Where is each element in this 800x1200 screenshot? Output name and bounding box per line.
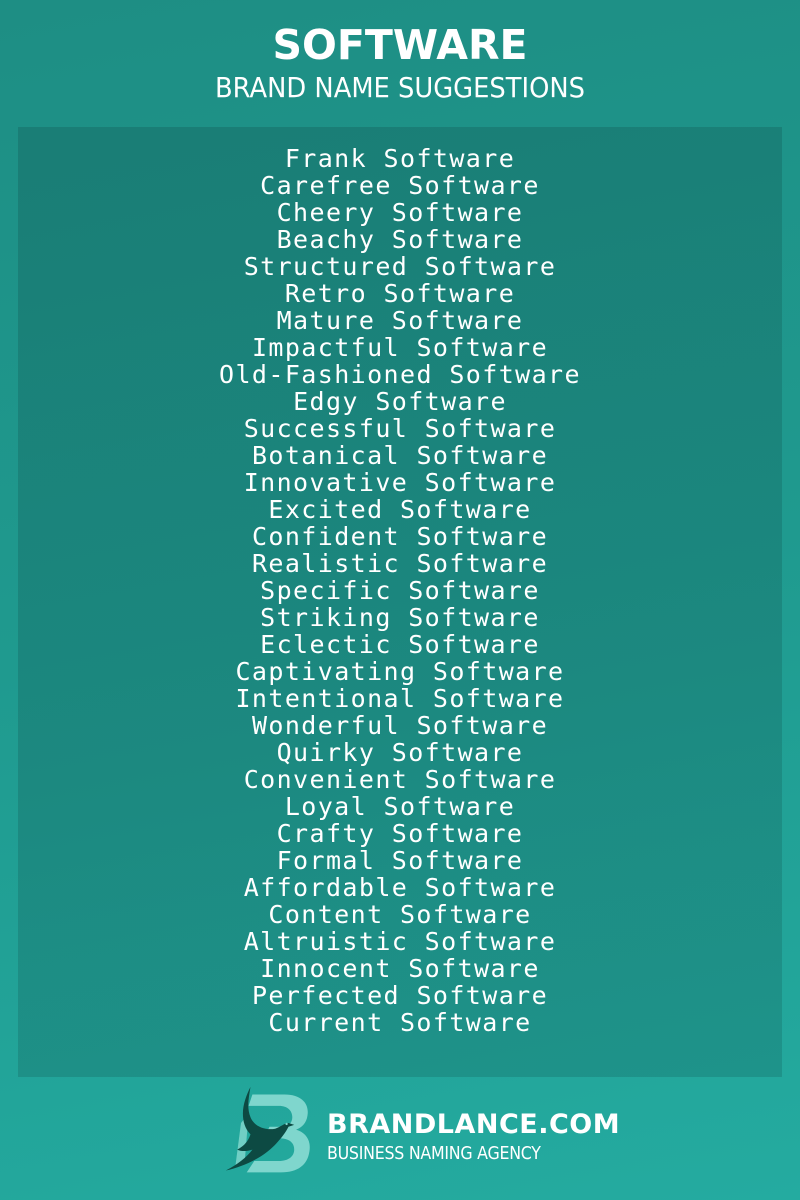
brand-name-item: Structured Software	[243, 252, 557, 281]
brand-name-item: Carefree Software	[260, 171, 540, 200]
brand-name-item: Frank Software	[284, 144, 516, 173]
brand-name-item: Mature Software	[276, 306, 524, 335]
brand-name-item: Confident Software	[251, 522, 549, 551]
brand-name-item: Striking Software	[260, 603, 540, 632]
brand-tagline: BUSINESS NAMING AGENCY	[327, 1143, 541, 1164]
brand-name-item: Innocent Software	[260, 954, 540, 983]
brandlance-logo-icon	[225, 1086, 310, 1173]
page-subtitle: BRAND NAME SUGGESTIONS	[214, 71, 586, 104]
brand-name-item: Convenient Software	[243, 765, 557, 794]
brand-name-item: Beachy Software	[276, 225, 524, 254]
brand-name-item: Impactful Software	[251, 333, 549, 362]
brand-name-item: Realistic Software	[251, 549, 549, 578]
brand-name-item: Innovative Software	[243, 468, 557, 497]
page-title: SOFTWARE	[272, 21, 528, 69]
brand-name-list: Frank Software Carefree Software Cheery So…	[0, 145, 800, 1036]
brand-name-item: Formal Software	[276, 846, 524, 875]
brand-name-item: Eclectic Software	[260, 630, 540, 659]
brand-name-item: Quirky Software	[276, 738, 524, 767]
brand-name-item: Altruistic Software	[243, 927, 557, 956]
brand-name-item: Specific Software	[260, 576, 540, 605]
brand-name-item: Old-Fashioned Software	[219, 360, 581, 389]
brand-name-item: Botanical Software	[251, 441, 549, 470]
brand-name-item: Edgy Software	[293, 387, 507, 416]
logo-bird-eye	[285, 1122, 288, 1126]
brand-name-item: Content Software	[268, 900, 532, 929]
brand-name-item: Perfected Software	[251, 981, 549, 1010]
brand-name-item: Crafty Software	[276, 819, 524, 848]
brand-name-item: Retro Software	[284, 279, 516, 308]
brand-name: BRANDLANCE.COM	[327, 1109, 621, 1140]
brand-name-item: Excited Software	[268, 495, 532, 524]
brand-name-item: Successful Software	[243, 414, 557, 443]
brand-name-item: Intentional Software	[235, 684, 565, 713]
brand-name-item: Cheery Software	[276, 198, 524, 227]
brand-name-item: Captivating Software	[235, 657, 565, 686]
brand-name-item: Affordable Software	[243, 873, 557, 902]
brand-name-item: Current Software	[268, 1008, 532, 1037]
brand-name-item: Loyal Software	[284, 792, 516, 821]
brand-name-item: Wonderful Software	[251, 711, 549, 740]
